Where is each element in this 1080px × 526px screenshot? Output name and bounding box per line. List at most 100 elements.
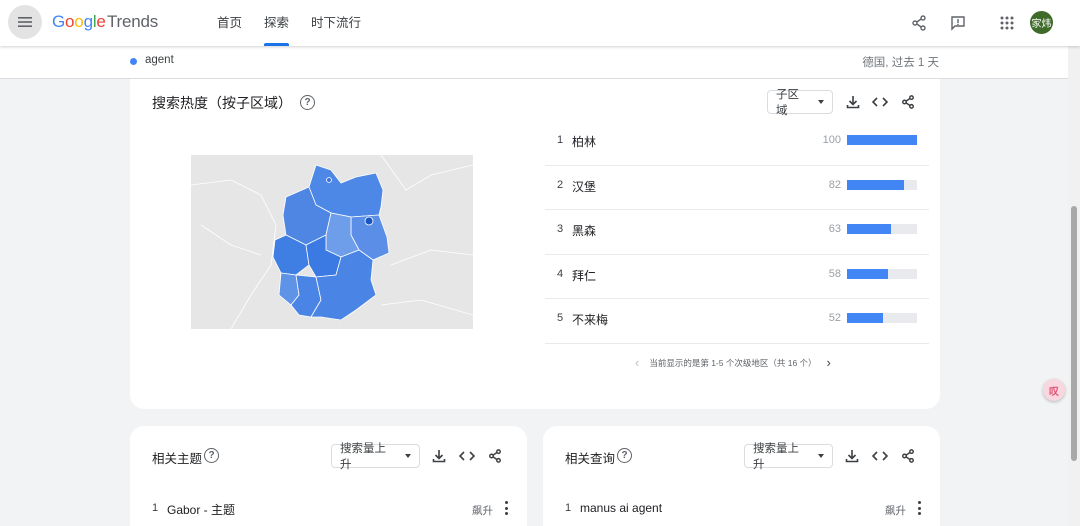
related-topics-title: 相关主题: [152, 452, 203, 466]
share-icon: [912, 15, 926, 31]
download-icon: [846, 96, 860, 109]
related-queries-title: 相关查询: [565, 452, 616, 466]
account-avatar[interactable]: 家炜: [1030, 11, 1053, 34]
google-trends-logo[interactable]: Google: [52, 12, 106, 32]
region-row[interactable]: 5 不来梅 52: [545, 299, 929, 344]
region-name[interactable]: 汉堡: [572, 178, 596, 195]
card-share-button[interactable]: [486, 447, 504, 465]
region-bar-track: [847, 179, 917, 190]
related-queries-select-label: 搜索量上升: [753, 443, 799, 471]
search-term-label[interactable]: agent: [145, 54, 174, 66]
nav-tab-home[interactable]: 首页: [217, 0, 242, 46]
region-value: 52: [828, 312, 841, 324]
related-topics-select-label: 搜索量上升: [340, 443, 386, 471]
logo-product-name: Trends: [107, 12, 159, 31]
region-bar-track: [847, 224, 917, 234]
main-menu-button[interactable]: [8, 5, 42, 39]
feedback-icon: [951, 16, 965, 31]
more-vert-icon[interactable]: [502, 501, 510, 515]
region-name[interactable]: 拜仁: [572, 267, 596, 284]
download-button[interactable]: [844, 93, 862, 111]
chevron-right-icon[interactable]: ›: [827, 355, 831, 370]
region-bar-track: [847, 313, 917, 323]
region-name[interactable]: 不来梅: [572, 311, 608, 328]
download-button[interactable]: [430, 447, 448, 465]
chevron-down-icon: [405, 454, 411, 458]
region-row[interactable]: 2 汉堡 82: [545, 166, 929, 210]
region-row[interactable]: 1 柏林 100: [545, 121, 929, 166]
top-app-bar: Google Trends 首页 探索 时下流行 家炜: [0, 0, 1080, 46]
help-icon[interactable]: ?: [204, 448, 219, 463]
query-name[interactable]: manus ai agent: [580, 501, 662, 515]
share-icon: [902, 95, 914, 109]
help-icon[interactable]: ?: [300, 95, 315, 110]
share-icon: [489, 449, 501, 463]
region-value: 63: [828, 223, 841, 235]
scrollbar-thumb[interactable]: [1071, 206, 1077, 461]
download-button[interactable]: [843, 447, 861, 465]
related-queries-select[interactable]: 搜索量上升: [744, 443, 833, 471]
region-row[interactable]: 3 黑森 63: [545, 210, 929, 255]
chevron-down-icon: [818, 100, 824, 104]
embed-button[interactable]: [458, 447, 476, 465]
topic-name[interactable]: Gabor - 主题: [167, 501, 235, 518]
region-level-select-label: 子区域: [776, 89, 799, 117]
extension-floating-button[interactable]: 叹: [1043, 379, 1065, 401]
related-topics-card: 相关主题 ? 搜索量上升 1 Gabor - 主题 飙升: [130, 426, 527, 526]
nav-tab-explore[interactable]: 探索: [264, 0, 290, 46]
menu-icon: [18, 17, 32, 27]
region-level-select[interactable]: 子区域: [767, 89, 833, 117]
region-name[interactable]: 黑森: [572, 222, 596, 239]
region-rank: 2: [557, 178, 564, 191]
scope-label: 德国, 过去 1 天: [862, 57, 939, 69]
term-color-dot: [130, 58, 137, 65]
apps-button[interactable]: [997, 13, 1017, 33]
region-card-title: 搜索热度（按子区域）: [152, 95, 292, 111]
download-icon: [845, 450, 859, 463]
region-row[interactable]: 4 拜仁 58: [545, 255, 929, 299]
region-pager: ‹ 当前显示的是第 1-5 个次级地区（共 16 个） ›: [635, 355, 831, 370]
topic-breakout-badge: 飙升: [472, 505, 493, 517]
page-scrollbar[interactable]: [1068, 46, 1080, 526]
share-button[interactable]: [909, 13, 929, 33]
download-icon: [432, 450, 446, 463]
embed-icon: [872, 451, 888, 461]
region-name[interactable]: 柏林: [572, 133, 596, 150]
region-bar-fill: [847, 313, 884, 323]
embed-icon: [872, 97, 888, 107]
share-icon: [902, 449, 914, 463]
region-rank: 3: [557, 223, 564, 235]
help-icon[interactable]: ?: [617, 448, 632, 463]
region-rank: 5: [557, 312, 564, 324]
query-rank: 1: [565, 502, 572, 514]
chevron-down-icon: [818, 454, 824, 458]
apps-icon: [1000, 16, 1014, 30]
card-share-button[interactable]: [899, 93, 917, 111]
germany-region-map[interactable]: [190, 154, 474, 330]
chevron-left-icon[interactable]: ‹: [635, 355, 639, 370]
region-value: 58: [828, 267, 841, 280]
region-rank: 1: [557, 134, 564, 146]
region-bar-fill: [847, 268, 888, 279]
topic-rank: 1: [152, 502, 159, 514]
region-interest-card: 搜索热度（按子区域） ? 子区域 1 柏林 100 2 汉堡 82 3 黑森 6…: [130, 79, 940, 409]
card-share-button[interactable]: [899, 447, 917, 465]
related-topics-select[interactable]: 搜索量上升: [331, 443, 420, 471]
related-queries-card: 相关查询 ? 搜索量上升 1 manus ai agent 飙升: [543, 426, 940, 526]
region-bar-track: [847, 268, 917, 279]
feedback-button[interactable]: [948, 13, 968, 33]
pager-text: 当前显示的是第 1-5 个次级地区（共 16 个）: [649, 357, 817, 368]
embed-button[interactable]: [871, 447, 889, 465]
search-term-bar: agent 德国, 过去 1 天: [0, 46, 1080, 79]
map-svg: [190, 154, 474, 330]
region-bar-track: [847, 135, 917, 145]
embed-button[interactable]: [871, 93, 889, 111]
query-breakout-badge: 飙升: [885, 505, 906, 517]
embed-icon: [459, 451, 475, 461]
main-nav: 首页 探索 时下流行: [217, 0, 361, 46]
region-rank: 4: [557, 267, 564, 280]
nav-tab-trending[interactable]: 时下流行: [311, 0, 361, 46]
region-value: 82: [828, 178, 841, 191]
more-vert-icon[interactable]: [915, 501, 923, 515]
region-ranked-list: 1 柏林 100 2 汉堡 82 3 黑森 63 4 拜仁 58 5 不来梅 5…: [545, 121, 929, 344]
